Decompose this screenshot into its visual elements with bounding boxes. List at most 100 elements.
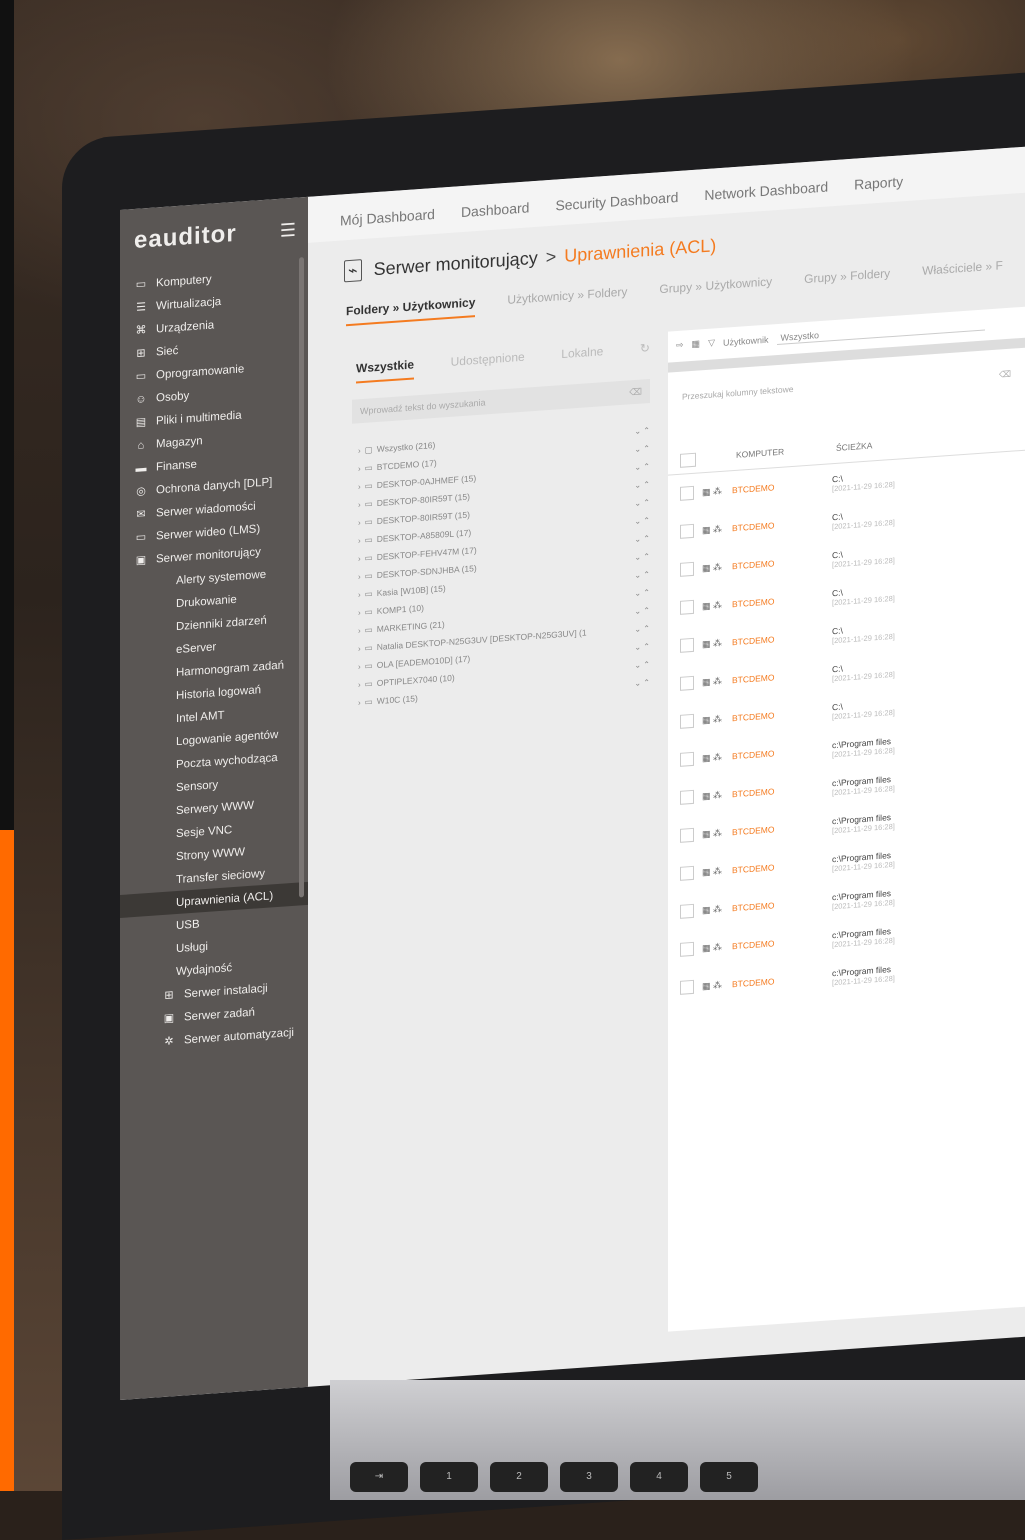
row-action-icons[interactable]: ▦ ⁂	[702, 941, 732, 954]
row-checkbox[interactable]	[680, 865, 694, 881]
select-all-checkbox[interactable]	[680, 452, 696, 468]
row-action-icons[interactable]: ▦ ⁂	[702, 599, 732, 612]
row-action-icons[interactable]: ▦ ⁂	[702, 751, 732, 764]
view-tab[interactable]: Grupy » Użytkownicy	[659, 274, 772, 304]
row-checkbox[interactable]	[680, 561, 694, 577]
clear-column-search-icon[interactable]: ⌫	[999, 368, 1011, 380]
row-action-icons[interactable]: ▦ ⁂	[702, 903, 732, 916]
row-action-icons[interactable]: ▦ ⁂	[702, 979, 732, 992]
view-tab[interactable]: Foldery » Użytkownicy	[346, 295, 476, 327]
row-checkbox[interactable]	[680, 979, 694, 995]
row-action-icons[interactable]: ▦ ⁂	[702, 561, 732, 574]
row-checkbox[interactable]	[680, 789, 694, 805]
tab-shared[interactable]: Udostępnione	[451, 350, 525, 377]
row-checkbox[interactable]	[680, 523, 694, 539]
export-icon[interactable]: ⇨	[676, 340, 684, 352]
expand-chevron-icon[interactable]: ›	[358, 572, 361, 581]
row-computer[interactable]: BTCDEMO	[732, 630, 832, 647]
install-icon: ⊞	[164, 989, 174, 1002]
row-checkbox[interactable]	[680, 637, 694, 653]
expand-chevron-icon[interactable]: ›	[358, 554, 361, 563]
row-checkbox[interactable]	[680, 827, 694, 843]
row-computer[interactable]: BTCDEMO	[732, 820, 832, 837]
row-checkbox[interactable]	[680, 675, 694, 691]
view-tab[interactable]: Grupy » Foldery	[804, 266, 890, 294]
row-action-icons[interactable]: ▦ ⁂	[702, 675, 732, 688]
view-tab[interactable]: Właściciele » F	[922, 258, 1003, 286]
expand-chevron-icon[interactable]: ›	[358, 644, 361, 653]
row-action-icons[interactable]: ▦ ⁂	[702, 523, 732, 536]
video-icon: ▭	[135, 531, 147, 544]
expand-chevron-icon[interactable]: ›	[358, 662, 361, 671]
row-computer[interactable]: BTCDEMO	[732, 592, 832, 609]
expand-chevron-icon[interactable]: ›	[358, 626, 361, 635]
sort-chevrons-icon[interactable]: ⌄ ⌃	[634, 515, 650, 525]
expand-chevron-icon[interactable]: ›	[358, 608, 361, 617]
row-action-icons[interactable]: ▦ ⁂	[702, 485, 732, 498]
row-action-icons[interactable]: ▦ ⁂	[702, 827, 732, 840]
row-computer[interactable]: BTCDEMO	[732, 554, 832, 571]
expand-chevron-icon[interactable]: ›	[358, 698, 361, 707]
row-checkbox[interactable]	[680, 599, 694, 615]
row-computer[interactable]: BTCDEMO	[732, 858, 832, 875]
tree-node-label: KOMP1 (10)	[376, 602, 424, 617]
row-action-icons[interactable]: ▦ ⁂	[702, 713, 732, 726]
sort-chevrons-icon[interactable]: ⌄ ⌃	[634, 623, 650, 633]
row-checkbox[interactable]	[680, 713, 694, 729]
row-computer[interactable]: BTCDEMO	[732, 516, 832, 533]
sort-chevrons-icon[interactable]: ⌄ ⌃	[634, 641, 650, 651]
expand-chevron-icon[interactable]: ›	[358, 518, 361, 527]
expand-chevron-icon[interactable]: ›	[358, 500, 361, 509]
tree-search-input[interactable]: Wprowadź tekst do wyszukania ⌫	[352, 378, 650, 424]
expand-chevron-icon[interactable]: ›	[358, 482, 361, 491]
row-computer[interactable]: BTCDEMO	[732, 934, 832, 951]
expand-chevron-icon[interactable]: ›	[358, 680, 361, 689]
sidebar-item-label: Komputery	[156, 273, 212, 289]
topnav-link[interactable]: Dashboard	[461, 199, 530, 232]
row-checkbox[interactable]	[680, 751, 694, 767]
row-computer[interactable]: BTCDEMO	[732, 478, 832, 495]
row-checkbox[interactable]	[680, 903, 694, 919]
sort-chevrons-icon[interactable]: ⌄ ⌃	[634, 443, 650, 453]
row-computer[interactable]: BTCDEMO	[732, 668, 832, 685]
sort-chevrons-icon[interactable]: ⌄ ⌃	[634, 479, 650, 489]
sort-chevrons-icon[interactable]: ⌄ ⌃	[634, 551, 650, 561]
sort-chevrons-icon[interactable]: ⌄ ⌃	[634, 605, 650, 615]
sort-chevrons-icon[interactable]: ⌄ ⌃	[634, 587, 650, 597]
row-computer[interactable]: BTCDEMO	[732, 972, 832, 989]
tab-local[interactable]: Lokalne	[561, 344, 603, 369]
sort-chevrons-icon[interactable]: ⌄ ⌃	[634, 569, 650, 579]
user-select[interactable]: Wszystko	[776, 317, 985, 346]
filter-icon[interactable]: ▽	[708, 337, 715, 348]
hamburger-menu-icon[interactable]: ☰	[280, 219, 296, 241]
shield-icon: ◎	[136, 485, 146, 498]
topnav-link[interactable]: Raporty	[854, 173, 903, 204]
expand-chevron-icon[interactable]: ›	[358, 536, 361, 545]
sort-chevrons-icon[interactable]: ⌄ ⌃	[634, 461, 650, 471]
expand-chevron-icon[interactable]: ›	[358, 446, 361, 455]
row-action-icons[interactable]: ▦ ⁂	[702, 865, 732, 878]
row-computer[interactable]: BTCDEMO	[732, 706, 832, 723]
column-path[interactable]: ŚCIEŻKA	[836, 440, 872, 457]
sort-chevrons-icon[interactable]: ⌄ ⌃	[634, 497, 650, 507]
clear-search-icon[interactable]: ⌫	[629, 386, 642, 398]
columns-icon[interactable]: ▦	[692, 338, 701, 350]
row-action-icons[interactable]: ▦ ⁂	[702, 637, 732, 650]
refresh-icon[interactable]: ↻	[640, 341, 650, 364]
row-action-icons[interactable]: ▦ ⁂	[702, 789, 732, 802]
row-checkbox[interactable]	[680, 941, 694, 957]
sidebar-scrollbar[interactable]	[299, 257, 304, 898]
column-computer[interactable]: KOMPUTER	[736, 443, 836, 464]
expand-chevron-icon[interactable]: ›	[358, 590, 361, 599]
expand-chevron-icon[interactable]: ›	[358, 464, 361, 473]
tab-all[interactable]: Wszystkie	[356, 357, 415, 384]
row-checkbox[interactable]	[680, 485, 694, 501]
sort-chevrons-icon[interactable]: ⌄ ⌃	[634, 425, 650, 435]
sort-chevrons-icon[interactable]: ⌄ ⌃	[634, 677, 650, 687]
row-computer[interactable]: BTCDEMO	[732, 744, 832, 761]
row-computer[interactable]: BTCDEMO	[732, 896, 832, 913]
row-computer[interactable]: BTCDEMO	[732, 782, 832, 799]
sort-chevrons-icon[interactable]: ⌄ ⌃	[634, 533, 650, 543]
sort-chevrons-icon[interactable]: ⌄ ⌃	[634, 659, 650, 669]
view-tab[interactable]: Użytkownicy » Foldery	[507, 285, 627, 315]
